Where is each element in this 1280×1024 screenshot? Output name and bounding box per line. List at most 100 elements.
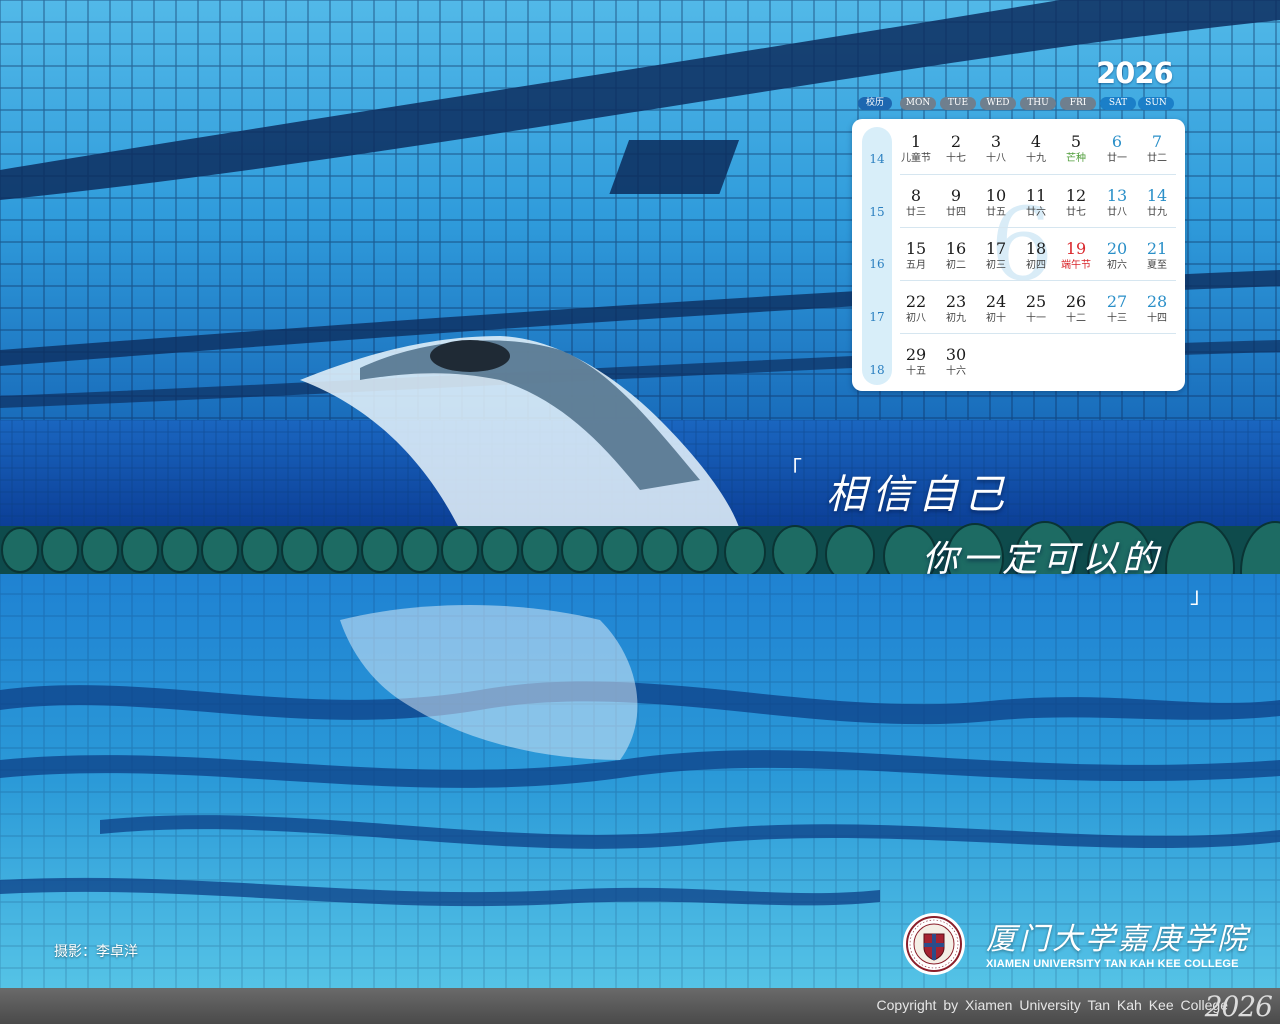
row-divider: [900, 227, 1176, 228]
calendar-day-cell: 2 十七: [936, 133, 976, 165]
lunar-date: 十七: [946, 153, 966, 164]
lunar-date: 初二: [946, 260, 966, 271]
day-number: 22: [905, 292, 927, 311]
footer-bar: Copyright by Xiamen University Tan Kah K…: [0, 988, 1280, 1024]
lunar-date: 廿二: [1147, 153, 1167, 164]
calendar-day-cell: 22 初八: [896, 293, 936, 325]
calendar-day-cell: 26 十二: [1056, 293, 1096, 325]
header-mon: MON: [900, 97, 936, 110]
day-number: 2: [950, 132, 962, 151]
calendar-day-cell: 27 十三: [1097, 293, 1137, 325]
header-wed: WED: [980, 97, 1016, 110]
day-number: 21: [1146, 239, 1168, 258]
lunar-date: 廿四: [946, 207, 966, 218]
calendar-day-cell: 18 初四: [1016, 240, 1056, 272]
day-number: 14: [1146, 186, 1168, 205]
week-number: 15: [869, 205, 885, 219]
day-number: 11: [1025, 186, 1047, 205]
row-divider: [900, 174, 1176, 175]
lunar-date: 廿七: [1066, 207, 1086, 218]
calendar-day-cell: 10 廿五: [976, 187, 1016, 219]
day-number: 20: [1106, 239, 1128, 258]
day-number: 10: [985, 186, 1007, 205]
day-number: 3: [990, 132, 1002, 151]
lunar-date: 廿九: [1147, 207, 1167, 218]
day-number: 5: [1070, 132, 1082, 151]
lunar-date: 初六: [1107, 260, 1127, 271]
day-number: 30: [945, 345, 967, 364]
day-number: 17: [985, 239, 1007, 258]
calendar-day-cell: 12 廿七: [1056, 187, 1096, 219]
day-number: 27: [1106, 292, 1128, 311]
calendar-day-cell: 20 初六: [1097, 240, 1137, 272]
day-number: 15: [905, 239, 927, 258]
quote-line-2: 你一定可以的: [922, 539, 1163, 580]
day-number: 24: [985, 292, 1007, 311]
lunar-date: 儿童节: [901, 153, 931, 164]
lunar-date: 十四: [1147, 313, 1167, 324]
header-sat: SAT: [1100, 97, 1136, 110]
college-name-chinese: 厦门大学嘉庚学院: [986, 922, 1250, 957]
calendar-day-cell: 15 五月: [896, 240, 936, 272]
lunar-date: 初三: [986, 260, 1006, 271]
quote-close-bracket: 」: [1190, 584, 1213, 609]
lunar-date: 十一: [1026, 313, 1046, 324]
lunar-date: 十二: [1066, 313, 1086, 324]
week-number: 16: [869, 257, 885, 271]
header-school-calendar: 校历: [858, 97, 892, 110]
calendar-day-cell: 14 廿九: [1137, 187, 1177, 219]
calendar-day-cell: 16 初二: [936, 240, 976, 272]
lunar-date: 廿八: [1107, 207, 1127, 218]
lunar-date: 初四: [1026, 260, 1046, 271]
day-number: 4: [1030, 132, 1042, 151]
lunar-date: 廿六: [1026, 207, 1046, 218]
calendar-day-cell: 30 十六: [936, 346, 976, 378]
calendar-day-cell: 8 廿三: [896, 187, 936, 219]
calendar-day-cell: 7 廿二: [1137, 133, 1177, 165]
calendar-day-cell: 24 初十: [976, 293, 1016, 325]
day-number: 7: [1151, 132, 1163, 151]
day-number: 29: [905, 345, 927, 364]
header-fri: FRI: [1060, 97, 1096, 110]
day-number: 25: [1025, 292, 1047, 311]
lunar-date: 五月: [906, 260, 926, 271]
college-seal-icon: [902, 912, 966, 976]
footer-year: 2026: [1204, 990, 1273, 1023]
row-divider: [900, 333, 1176, 334]
calendar-day-cell: 23 初九: [936, 293, 976, 325]
calendar-day-cell: 25 十一: [1016, 293, 1056, 325]
row-divider: [900, 280, 1176, 281]
lunar-date: 初八: [906, 313, 926, 324]
lunar-date: 初九: [946, 313, 966, 324]
calendar-day-cell: 3 十八: [976, 133, 1016, 165]
lunar-date: 初十: [986, 313, 1006, 324]
photo-credit: 摄影：李卓洋: [54, 944, 138, 960]
calendar-day-cell: 19 端午节: [1056, 240, 1096, 272]
calendar-day-cell: 29 十五: [896, 346, 936, 378]
calendar-day-cell: 13 廿八: [1097, 187, 1137, 219]
calendar-day-cell: 17 初三: [976, 240, 1016, 272]
calendar-day-cell: 28 十四: [1137, 293, 1177, 325]
day-number: 9: [950, 186, 962, 205]
college-name-english: XIAMEN UNIVERSITY TAN KAH KEE COLLEGE: [986, 958, 1239, 970]
day-number: 1: [910, 132, 922, 151]
day-number: 8: [910, 186, 922, 205]
header-tue: TUE: [940, 97, 976, 110]
week-number: 17: [869, 310, 885, 324]
calendar-day-cell: 11 廿六: [1016, 187, 1056, 219]
week-number: 18: [869, 363, 885, 377]
day-number: 6: [1111, 132, 1123, 151]
day-number: 28: [1146, 292, 1168, 311]
lunar-date: 廿一: [1107, 153, 1127, 164]
quote-open-bracket: 「: [780, 458, 803, 483]
lunar-date: 廿三: [906, 207, 926, 218]
day-number: 19: [1065, 239, 1087, 258]
header-thu: THU: [1020, 97, 1056, 110]
day-number: 12: [1065, 186, 1087, 205]
lunar-date: 端午节: [1061, 260, 1091, 271]
lunar-date: 十八: [986, 153, 1006, 164]
calendar-day-cell: 9 廿四: [936, 187, 976, 219]
lunar-date: 芒种: [1066, 153, 1086, 164]
calendar-year: 2026: [1096, 56, 1174, 90]
day-number: 16: [945, 239, 967, 258]
